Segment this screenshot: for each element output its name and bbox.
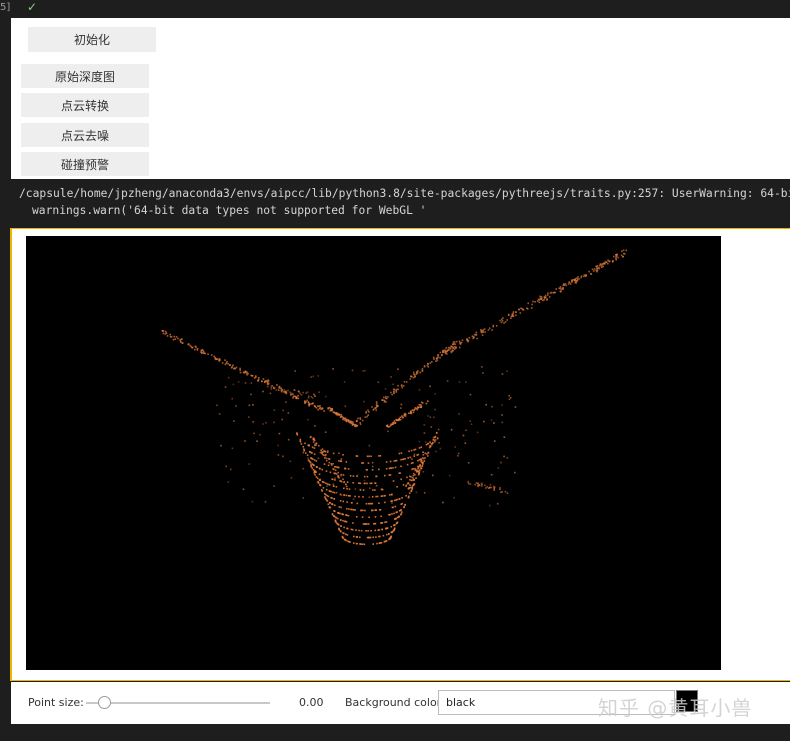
bottom-bar bbox=[0, 724, 790, 741]
warning-line: warnings.warn('64-bit data types not sup… bbox=[32, 204, 427, 217]
watermark: 知乎 @黄耳小兽 bbox=[598, 696, 753, 720]
point-size-label: Point size: bbox=[28, 696, 84, 709]
collision-warning-button[interactable]: 碰撞预警 bbox=[21, 152, 149, 176]
stderr-output: /capsule/home/jpzheng/anaconda3/envs/aip… bbox=[0, 179, 790, 227]
point-size-slider[interactable] bbox=[86, 702, 270, 704]
init-button[interactable]: 初始化 bbox=[28, 27, 156, 52]
success-check-icon: ✓ bbox=[27, 0, 38, 14]
pointcloud-convert-button[interactable]: 点云转换 bbox=[21, 93, 149, 117]
point-size-slider-handle[interactable] bbox=[98, 696, 111, 709]
pointcloud-denoise-button[interactable]: 点云去噪 bbox=[21, 123, 149, 147]
raw-depth-button[interactable]: 原始深度图 bbox=[21, 64, 149, 88]
pointcloud-render[interactable] bbox=[26, 236, 721, 670]
background-color-label: Background color: bbox=[345, 696, 445, 709]
pointcloud-canvas[interactable] bbox=[26, 236, 721, 670]
point-size-value: 0.00 bbox=[299, 696, 324, 709]
cell-header-bar: 5] ✓ bbox=[0, 0, 790, 18]
cell-execution-count: 5] bbox=[0, 2, 11, 13]
warning-line: /capsule/home/jpzheng/anaconda3/envs/aip… bbox=[19, 187, 790, 200]
